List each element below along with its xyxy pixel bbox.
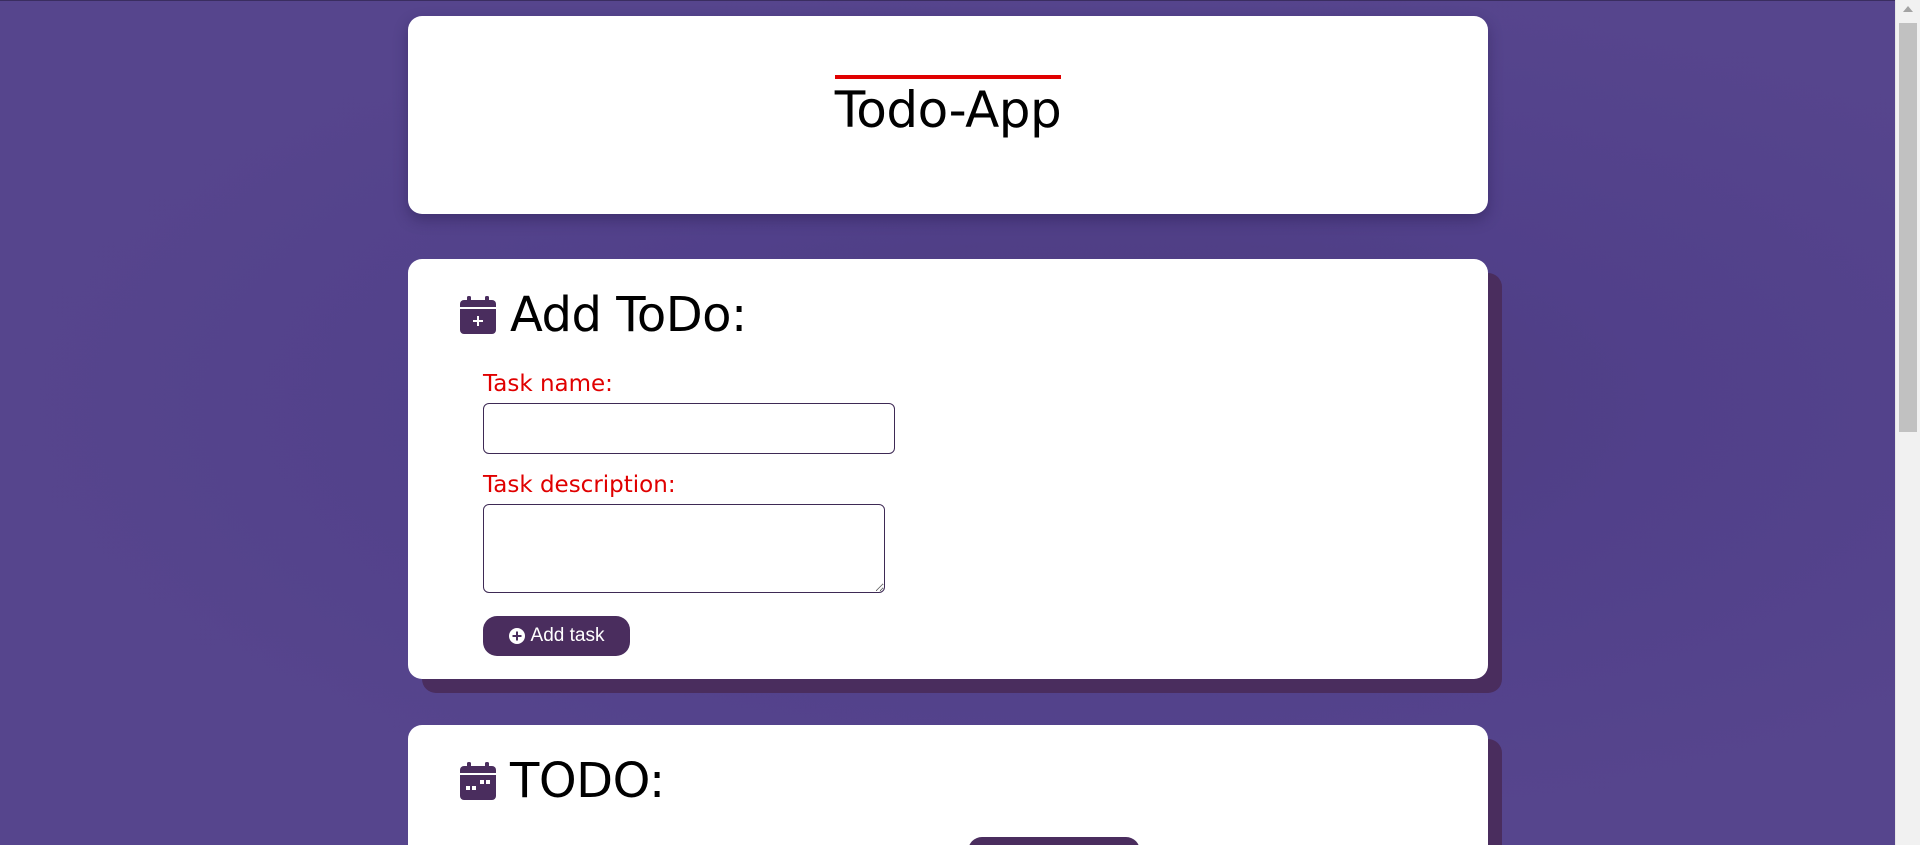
add-todo-heading: Add ToDo: — [460, 287, 747, 343]
todo-list-card: TODO: — [408, 725, 1488, 845]
todo-heading: TODO: — [460, 753, 665, 809]
task-name-label: Task name: — [483, 371, 613, 397]
vertical-scrollbar[interactable] — [1895, 0, 1920, 845]
add-todo-title: Add ToDo: — [510, 287, 747, 343]
header-card: Todo-App — [408, 16, 1488, 214]
calendar-plus-icon — [460, 296, 496, 334]
add-task-button[interactable]: Add task — [483, 616, 630, 656]
todo-title: TODO: — [510, 753, 665, 809]
add-todo-form: Task name: Task description: Add task — [483, 371, 895, 656]
task-description-label: Task description: — [483, 472, 676, 498]
calendar-week-icon — [460, 762, 496, 800]
page-container: Todo-App Add ToDo: Task name: Task descr… — [408, 16, 1488, 845]
task-description-textarea[interactable] — [483, 504, 885, 593]
circle-plus-icon — [508, 628, 525, 644]
window-top-border — [0, 0, 1895, 1]
todo-filter-button[interactable] — [968, 837, 1140, 845]
scrollbar-thumb[interactable] — [1899, 23, 1917, 432]
task-name-input[interactable] — [483, 403, 895, 454]
app-title: Todo-App — [834, 75, 1062, 138]
scroll-up-arrow-icon[interactable] — [1903, 6, 1913, 12]
add-todo-card: Add ToDo: Task name: Task description: A… — [408, 259, 1488, 679]
add-task-button-label: Add task — [530, 625, 605, 646]
app-title-wrap: Todo-App — [408, 75, 1488, 138]
